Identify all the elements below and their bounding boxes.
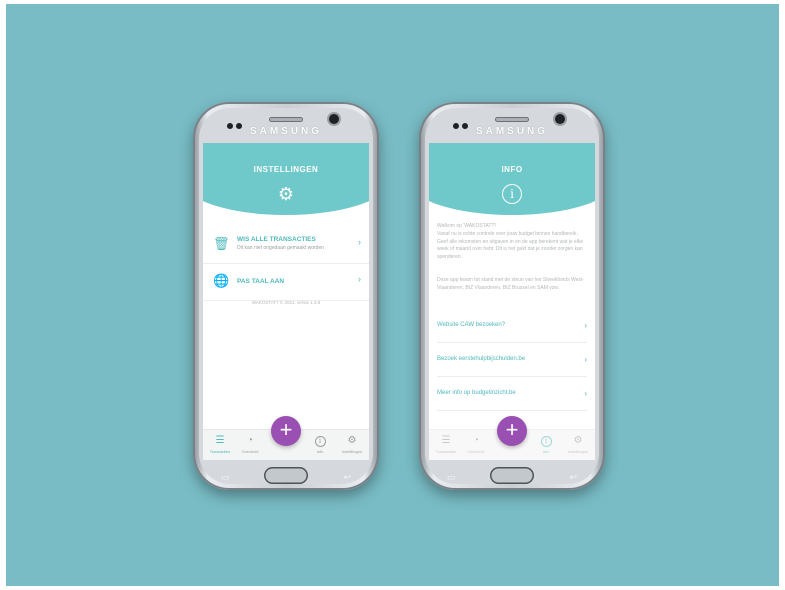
tab-transacties[interactable]: ☰ Transacties bbox=[431, 434, 461, 454]
tab-info[interactable]: i Info bbox=[531, 434, 561, 454]
info-icon: i bbox=[501, 183, 523, 205]
tab-instellingen[interactable]: ⚙ Instellingen bbox=[563, 434, 593, 454]
tab-label: Info bbox=[316, 449, 324, 454]
earpiece bbox=[269, 117, 303, 122]
tab-label: Overzicht bbox=[241, 449, 259, 454]
info-screen: INFO i Welkom op 'WAKOSTAT?'! Vanaf nu i… bbox=[429, 143, 595, 460]
tab-instellingen[interactable]: ⚙ Instellingen bbox=[337, 434, 367, 454]
phone-info: SAMSUNG INFO i Welkom op 'WAKOSTAT?'! Va… bbox=[419, 102, 605, 490]
tab-overzicht[interactable]: ◔ Overzicht bbox=[235, 434, 265, 454]
link-caw-website[interactable]: Website CAW bezoeken? › bbox=[437, 309, 587, 343]
tab-info[interactable]: i Info bbox=[305, 434, 335, 454]
pie-chart-icon: ◔ bbox=[246, 435, 254, 446]
tab-label: Transacties bbox=[435, 449, 457, 454]
chevron-right-icon: › bbox=[584, 389, 587, 398]
tab-label: Instellingen bbox=[567, 449, 589, 454]
info-icon: i bbox=[531, 434, 561, 447]
info-icon: i bbox=[305, 434, 335, 447]
tab-label: Instellingen bbox=[341, 449, 363, 454]
list-icon: ☰ bbox=[215, 435, 225, 446]
gear-icon: ⚙ bbox=[347, 435, 357, 446]
gear-icon: ⚙ bbox=[277, 184, 295, 204]
recent-apps-key[interactable]: ▭ bbox=[447, 472, 456, 483]
add-transaction-button[interactable]: + bbox=[271, 416, 301, 446]
tab-transacties[interactable]: ☰ Transacties bbox=[205, 434, 235, 454]
tab-label: Overzicht bbox=[467, 449, 485, 454]
back-key[interactable]: ↩ bbox=[569, 472, 577, 483]
clear-transactions-row[interactable]: 🗑 WIS ALLE TRANSACTIES Dit kan niet onge… bbox=[203, 227, 369, 264]
earpiece bbox=[495, 117, 529, 122]
back-key[interactable]: ↩ bbox=[343, 472, 351, 483]
intro-paragraph: Vanaf nu is echte controle over jouw bud… bbox=[437, 231, 584, 260]
tab-label: Transacties bbox=[209, 449, 231, 454]
chevron-right-icon: › bbox=[358, 237, 361, 247]
globe-icon: 🌐 bbox=[213, 273, 230, 288]
list-icon: ☰ bbox=[441, 435, 451, 446]
backdrop: SAMSUNG INSTELLINGEN ⚙ 🗑 WIS ALLE TRANSA… bbox=[6, 4, 779, 586]
support-paragraph: Deze app kwam tot stand met de steun van… bbox=[437, 277, 584, 291]
phone-brand: SAMSUNG bbox=[475, 126, 549, 137]
gear-icon: ⚙ bbox=[573, 435, 583, 446]
change-language-row[interactable]: 🌐 PAS TAAL AAN › bbox=[203, 264, 369, 301]
add-transaction-button[interactable]: + bbox=[497, 416, 527, 446]
chevron-right-icon: › bbox=[358, 274, 361, 284]
phone-brand: SAMSUNG bbox=[249, 126, 323, 137]
tab-label: Info bbox=[542, 449, 550, 454]
phone-settings: SAMSUNG INSTELLINGEN ⚙ 🗑 WIS ALLE TRANSA… bbox=[193, 102, 379, 490]
chevron-right-icon: › bbox=[584, 355, 587, 364]
link-eerstehulpbijschulden[interactable]: Bezoek eerstehulpbijschulden.be › bbox=[437, 343, 587, 377]
recent-apps-key[interactable]: ▭ bbox=[221, 472, 230, 483]
front-camera bbox=[555, 114, 565, 124]
front-camera bbox=[329, 114, 339, 124]
trash-icon: 🗑 bbox=[213, 236, 230, 251]
page-title: INSTELLINGEN bbox=[253, 165, 319, 174]
home-button[interactable] bbox=[264, 467, 308, 484]
home-button[interactable] bbox=[490, 467, 534, 484]
clear-transactions-title: WIS ALLE TRANSACTIES bbox=[237, 236, 316, 243]
phone-top-bezel: SAMSUNG bbox=[193, 102, 379, 142]
phone-bottom-bezel: ▭ ↩ bbox=[419, 460, 605, 490]
link-text: Website CAW bezoeken? bbox=[437, 322, 506, 328]
link-text: Meer info op budgetinzicht.be bbox=[437, 390, 516, 396]
phone-bottom-bezel: ▭ ↩ bbox=[193, 460, 379, 490]
page-title: INFO bbox=[501, 165, 523, 174]
change-language-title: PAS TAAL AAN bbox=[237, 278, 285, 285]
clear-transactions-subtitle: Dit kan niet ongedaan gemaakt worden bbox=[237, 245, 325, 251]
phone-top-bezel: SAMSUNG bbox=[419, 102, 605, 142]
link-text: Bezoek eerstehulpbijschulden.be bbox=[437, 356, 526, 362]
welcome-heading: Welkom op 'WAKOSTAT?'! bbox=[437, 223, 497, 229]
link-budgetinzicht[interactable]: Meer info op budgetinzicht.be › bbox=[437, 377, 587, 411]
tab-overzicht[interactable]: ◔ Overzicht bbox=[461, 434, 491, 454]
settings-screen: INSTELLINGEN ⚙ 🗑 WIS ALLE TRANSACTIES Di… bbox=[203, 143, 369, 460]
version-footnote: WAKOSTAT? © 2021, versie 1.3.8 bbox=[251, 300, 321, 305]
pie-chart-icon: ◔ bbox=[472, 435, 480, 446]
chevron-right-icon: › bbox=[584, 321, 587, 330]
